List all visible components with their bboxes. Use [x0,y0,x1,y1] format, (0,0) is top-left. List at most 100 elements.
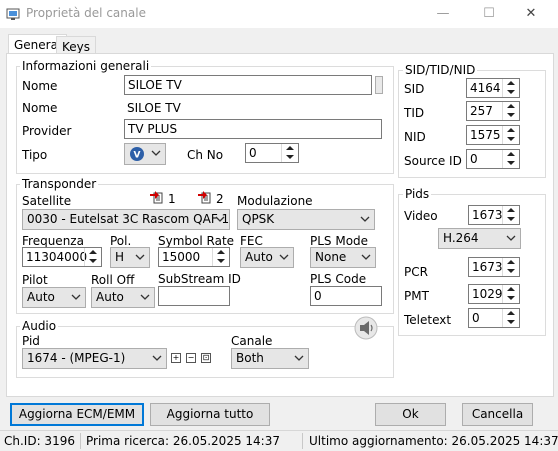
nid-value: 1575 [470,128,501,142]
pids-legend: Pids [403,187,432,201]
window-title: Proprietà del canale [26,6,146,20]
teletext-value: 0 [472,311,480,325]
source-id-value: 0 [470,152,478,166]
rolloff-combo[interactable]: Auto [91,287,155,308]
chno-label: Ch No [187,148,224,162]
speaker-icon[interactable] [354,316,378,340]
chno-input[interactable]: 0 [245,143,299,163]
video-input[interactable]: 1673 [468,205,520,225]
nid-spinner[interactable] [502,126,519,144]
chno-spinner[interactable] [281,144,298,162]
aggiorna-tutto-button[interactable]: Aggiorna tutto [150,403,270,426]
teletext-label: Teletext [404,313,452,327]
satellite2-doc-icon[interactable] [198,190,212,204]
pilot-label: Pilot [22,273,48,287]
audio-pid-label: Pid [22,334,40,348]
remove-audio-icon[interactable]: − [186,353,196,363]
teletext-spinner[interactable] [502,309,519,327]
pol-value: H [115,250,125,264]
satellite-label: Satellite [22,194,72,208]
satellite-combo[interactable]: 0030 - Eutelsat 3C Rascom QAF 1R [22,209,230,230]
audio-pid-combo[interactable]: 1674 - (MPEG-1) [22,348,167,369]
add-audio-icon[interactable]: + [171,353,181,363]
fec-value: Auto [245,250,273,264]
transponder-legend: Transponder [20,177,99,191]
symbol-rate-input[interactable]: 15000 [158,247,230,267]
frequenza-value: 11304000 [26,250,88,264]
edit-audio-icon[interactable]: ⊡ [201,353,211,363]
canale-label: Canale [231,334,273,348]
modulazione-label: Modulazione [237,194,313,208]
substream-input[interactable] [158,286,230,306]
status-bar: Ch.ID: 3196 Prima ricerca: 26.05.2025 14… [0,430,558,451]
video-spinner[interactable] [502,206,519,224]
ok-button[interactable]: Ok [375,403,446,426]
svg-text:V: V [134,151,141,161]
chevron-down-icon [361,254,371,260]
symbol-rate-label: Symbol Rate [158,234,235,248]
sid-value: 4164 [470,81,501,95]
pmt-spinner[interactable] [502,285,519,303]
chevron-down-icon [135,254,145,260]
tid-spinner[interactable] [502,102,519,120]
video-value: 1673 [472,208,503,222]
provider-input[interactable]: TV PLUS [124,119,382,139]
modulazione-combo[interactable]: QPSK [237,209,375,230]
pol-combo[interactable]: H [110,247,150,268]
pmt-input[interactable]: 1029 [468,284,520,304]
sid-spinner[interactable] [502,79,519,97]
nome-scrollbar[interactable] [375,76,383,94]
pls-code-input[interactable]: 0 [310,286,382,306]
pls-code-label: PLS Code [310,272,367,286]
title-bar: Proprietà del canale — ☐ ✕ [0,0,558,28]
source-id-spinner[interactable] [502,150,519,168]
symbol-rate-value: 15000 [162,250,201,264]
fec-combo[interactable]: Auto [240,247,294,268]
general-info-legend: Informazioni generali [20,59,152,73]
chno-value: 0 [249,146,257,160]
audio-pid-value: 1674 - (MPEG-1) [27,351,126,365]
nid-input[interactable]: 1575 [466,125,520,145]
sid-input[interactable]: 4164 [466,78,520,98]
pmt-value: 1029 [472,287,503,301]
pls-mode-value: None [315,250,347,264]
canale-value: Both [236,351,264,365]
satellite1-doc-icon[interactable] [150,190,164,204]
nome2-value: SILOE TV [127,101,181,115]
maximize-button[interactable]: ☐ [466,0,512,28]
pilot-value: Auto [27,290,55,304]
source-id-input[interactable]: 0 [466,149,520,169]
pcr-label: PCR [404,265,428,279]
satellite2-marker: 2 [216,192,224,206]
chevron-down-icon [506,235,516,241]
chevron-down-icon [152,355,162,361]
video-codec-combo[interactable]: H.264 [438,228,521,249]
ids-legend: SID/TID/NID [403,63,478,77]
aggiorna-ecm-button[interactable]: Aggiorna ECM/EMM [10,403,144,426]
pcr-spinner[interactable] [502,258,519,276]
status-channel-id: Ch.ID: 3196 [4,434,75,448]
chevron-down-icon [140,294,150,300]
pilot-combo[interactable]: Auto [22,287,86,308]
teletext-input[interactable]: 0 [468,308,520,328]
tipo-combo[interactable]: V [124,143,166,165]
tid-value: 257 [470,104,493,118]
frequenza-spinner[interactable] [84,248,101,266]
nome-input[interactable]: SILOE TV [124,75,372,95]
rolloff-label: Roll Off [91,273,135,287]
close-button[interactable]: ✕ [508,0,554,28]
status-first-scan: Prima ricerca: 26.05.2025 14:37 [86,434,280,448]
app-icon [6,8,20,20]
pcr-input[interactable]: 1673 [468,257,520,277]
frequenza-input[interactable]: 11304000 [22,247,102,267]
chevron-down-icon [294,355,304,361]
minimize-button[interactable]: — [420,0,466,28]
pls-mode-combo[interactable]: None [310,247,376,268]
cancel-button[interactable]: Cancella [462,403,533,426]
chevron-down-icon [215,216,225,222]
tv-type-icon: V [130,147,144,161]
tid-input[interactable]: 257 [466,101,520,121]
canale-combo[interactable]: Both [231,348,309,369]
pcr-value: 1673 [472,260,503,274]
symbol-rate-spinner[interactable] [212,248,229,266]
